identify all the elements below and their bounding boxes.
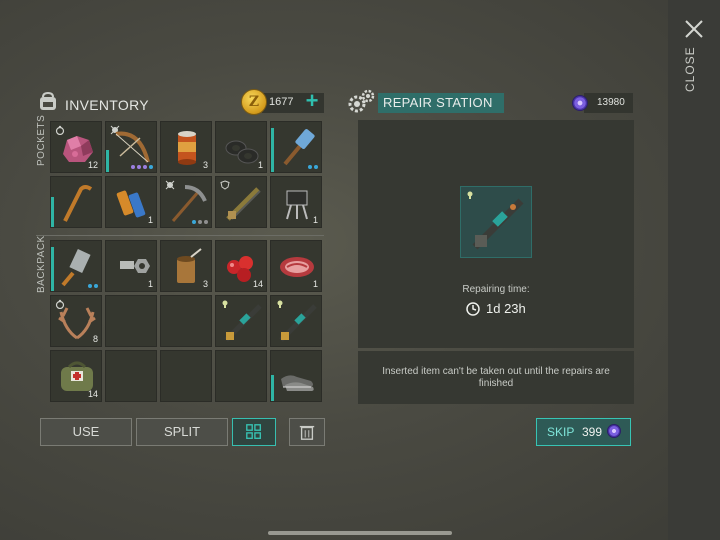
home-indicator bbox=[268, 531, 452, 535]
repairing-time-value: 1d 23h bbox=[486, 301, 526, 316]
backpack-label: BACKPACK bbox=[36, 235, 47, 293]
inventory-slot-empty[interactable] bbox=[160, 295, 212, 347]
sort-grid-button[interactable] bbox=[232, 418, 276, 446]
durability-bar bbox=[51, 247, 54, 291]
skip-label[interactable]: SKIP bbox=[547, 425, 574, 439]
rarity-dots bbox=[308, 165, 318, 169]
token-chip-icon bbox=[607, 424, 621, 438]
repair-note: Inserted item can't be taken out until t… bbox=[382, 366, 610, 389]
inventory-slot[interactable]: 1 bbox=[105, 240, 157, 292]
inventory-slot[interactable]: 1 bbox=[270, 240, 322, 292]
inventory-slot[interactable]: 12 bbox=[50, 121, 102, 173]
inventory-slot[interactable] bbox=[215, 176, 267, 228]
repairing-time-label: Repairing time: bbox=[462, 284, 530, 295]
pockets-label: POCKETS bbox=[36, 114, 47, 166]
gold-coin-icon: Z bbox=[241, 89, 267, 115]
crowbar-icon bbox=[63, 185, 93, 222]
backpack-icon bbox=[40, 91, 56, 110]
inventory-slot-empty[interactable] bbox=[215, 350, 267, 402]
clock-icon bbox=[466, 302, 480, 316]
cleaver-icon bbox=[61, 248, 91, 287]
close-icon[interactable] bbox=[683, 18, 705, 40]
durability-bar bbox=[106, 150, 109, 172]
inventory-slot[interactable] bbox=[215, 295, 267, 347]
inventory-title: INVENTORY bbox=[65, 97, 149, 113]
use-button[interactable]: USE bbox=[40, 418, 132, 446]
trash-button[interactable] bbox=[289, 418, 325, 446]
repair-item-slot[interactable] bbox=[460, 186, 532, 258]
chip-count: 13980 bbox=[597, 97, 625, 108]
inventory-slot[interactable] bbox=[50, 176, 102, 228]
rarity-dots bbox=[131, 165, 153, 169]
rarity-dots bbox=[88, 284, 98, 288]
rifle-icon bbox=[224, 304, 262, 342]
inventory-slot[interactable]: 14 bbox=[50, 350, 102, 402]
rarity-dots bbox=[192, 220, 208, 224]
gears-icon bbox=[348, 89, 375, 113]
durability-bar bbox=[271, 128, 274, 172]
durability-bar bbox=[271, 375, 274, 401]
inventory-slot[interactable] bbox=[270, 295, 322, 347]
token-chip-icon bbox=[572, 95, 588, 111]
skip-cost[interactable]: 399 bbox=[582, 425, 602, 439]
pickaxe-icon bbox=[171, 185, 207, 222]
inventory-slot[interactable]: 8 bbox=[50, 295, 102, 347]
inventory-slot[interactable]: 1 bbox=[215, 121, 267, 173]
sledgehammer-icon bbox=[283, 129, 315, 166]
inventory-slot[interactable] bbox=[270, 121, 322, 173]
bow-icon bbox=[115, 131, 150, 163]
inventory-slot[interactable] bbox=[160, 176, 212, 228]
shotgun-icon bbox=[226, 187, 261, 221]
inventory-slot[interactable] bbox=[105, 121, 157, 173]
add-coins-button[interactable]: + bbox=[302, 90, 322, 112]
rifle-icon bbox=[279, 304, 317, 342]
inventory-slot[interactable] bbox=[50, 240, 102, 292]
grid-icon bbox=[246, 424, 261, 439]
section-divider bbox=[36, 235, 324, 236]
inventory-slot-empty[interactable] bbox=[105, 350, 157, 402]
inventory-slot[interactable]: 3 bbox=[160, 240, 212, 292]
coin-count: 1677 bbox=[269, 96, 294, 108]
rifle-icon bbox=[472, 198, 524, 250]
inventory-slot[interactable]: 14 bbox=[215, 240, 267, 292]
split-button[interactable]: SPLIT bbox=[136, 418, 228, 446]
inventory-slot[interactable] bbox=[270, 350, 322, 402]
sneakers-icon bbox=[281, 375, 314, 391]
inventory-slot[interactable]: 1 bbox=[270, 176, 322, 228]
inventory-slot-empty[interactable] bbox=[105, 295, 157, 347]
inventory-slot[interactable]: 3 bbox=[160, 121, 212, 173]
trash-icon bbox=[299, 425, 315, 440]
repair-station-title: REPAIR STATION bbox=[378, 93, 504, 113]
close-label[interactable]: CLOSE bbox=[683, 46, 705, 92]
durability-bar bbox=[51, 197, 54, 227]
inventory-slot[interactable]: 1 bbox=[105, 176, 157, 228]
inventory-slot-empty[interactable] bbox=[160, 350, 212, 402]
